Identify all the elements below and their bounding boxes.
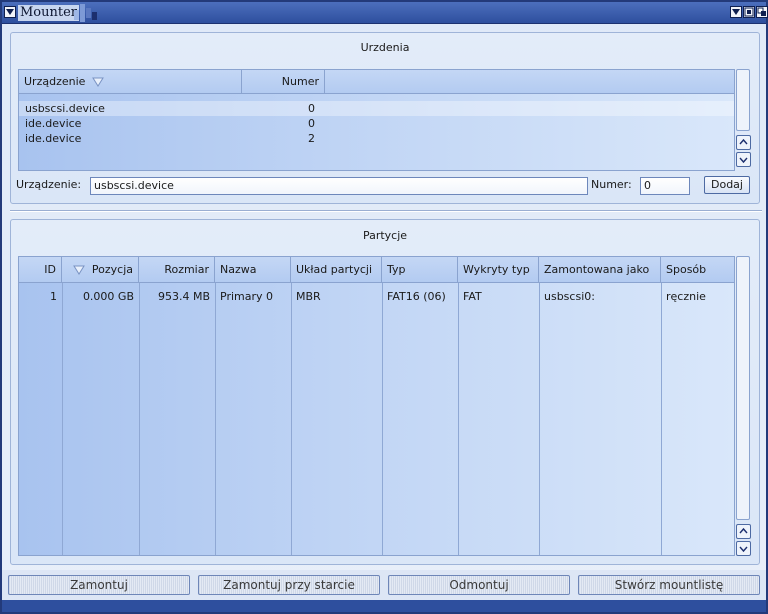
column-divider xyxy=(458,283,459,555)
number-field[interactable]: 0 xyxy=(640,177,690,195)
column-header-name[interactable]: Nazwa xyxy=(215,257,291,283)
partitions-group-title: Partycje xyxy=(362,229,408,242)
depth-icon[interactable] xyxy=(756,6,768,18)
column-divider xyxy=(62,283,63,555)
window-menu-icon[interactable] xyxy=(4,6,16,18)
partitions-list[interactable]: ID Pozycja Rozmiar Nazwa Układ partycji … xyxy=(18,256,735,556)
mounter-window: Mounter Urzdenia Urządzenie Numer usbscs… xyxy=(0,0,768,614)
column-divider xyxy=(661,283,662,555)
action-bar: Zamontuj Zamontuj przy starcie Odmontuj … xyxy=(2,570,766,600)
window-title: Mounter xyxy=(18,5,80,21)
devices-scrollbar[interactable] xyxy=(736,69,750,131)
device-field[interactable]: usbscsi.device xyxy=(90,177,588,195)
table-row[interactable]: 1 0.000 GB 953.4 MB Primary 0 MBR FAT16 … xyxy=(19,289,734,304)
column-header-device[interactable]: Urządzenie xyxy=(19,70,242,94)
scroll-up-icon[interactable] xyxy=(736,524,751,539)
column-header-id[interactable]: ID xyxy=(19,257,62,283)
column-header-detected-type[interactable]: Wykryty typ xyxy=(458,257,539,283)
list-item[interactable]: ide.device 0 xyxy=(19,116,734,131)
number-label: Numer: xyxy=(591,178,632,191)
devices-list-header: Urządzenie Numer xyxy=(19,70,734,94)
separator xyxy=(10,210,762,212)
create-mountlist-button[interactable]: Stwórz mountlistę xyxy=(578,575,760,595)
mount-button[interactable]: Zamontuj xyxy=(8,575,190,595)
column-divider xyxy=(291,283,292,555)
column-header-size[interactable]: Rozmiar xyxy=(139,257,215,283)
add-button[interactable]: Dodaj xyxy=(704,176,750,194)
column-header-number[interactable]: Numer xyxy=(242,70,325,94)
sort-descending-icon xyxy=(92,77,104,87)
partitions-list-header: ID Pozycja Rozmiar Nazwa Układ partycji … xyxy=(19,257,734,283)
column-header-position[interactable]: Pozycja xyxy=(62,257,139,283)
list-item[interactable]: usbscsi.device 0 xyxy=(19,101,734,116)
app-logo-icon xyxy=(74,4,98,22)
column-header-layout[interactable]: Układ partycji xyxy=(291,257,382,283)
column-divider xyxy=(382,283,383,555)
minimize-icon[interactable] xyxy=(730,6,742,18)
column-header-type[interactable]: Typ xyxy=(382,257,458,283)
column-divider xyxy=(539,283,540,555)
scroll-up-icon[interactable] xyxy=(736,135,751,150)
list-item[interactable]: ide.device 2 xyxy=(19,131,734,146)
zoom-icon[interactable] xyxy=(743,6,755,18)
window-bottom-border xyxy=(2,600,766,612)
partitions-scrollbar[interactable] xyxy=(736,256,750,520)
column-header-method[interactable]: Sposób xyxy=(661,257,736,283)
column-divider xyxy=(215,283,216,555)
title-bar: Mounter xyxy=(2,2,768,24)
column-header-mounted-as[interactable]: Zamontowana jako xyxy=(539,257,661,283)
column-divider xyxy=(139,283,140,555)
devices-list[interactable]: Urządzenie Numer usbscsi.device 0 ide.de… xyxy=(18,69,735,171)
mount-at-boot-button[interactable]: Zamontuj przy starcie xyxy=(198,575,380,595)
scroll-down-icon[interactable] xyxy=(736,541,751,556)
devices-group-title: Urzdenia xyxy=(360,41,410,54)
unmount-button[interactable]: Odmontuj xyxy=(388,575,570,595)
scroll-down-icon[interactable] xyxy=(736,152,751,167)
sort-descending-icon xyxy=(73,265,86,275)
device-label: Urządzenie: xyxy=(16,178,82,191)
